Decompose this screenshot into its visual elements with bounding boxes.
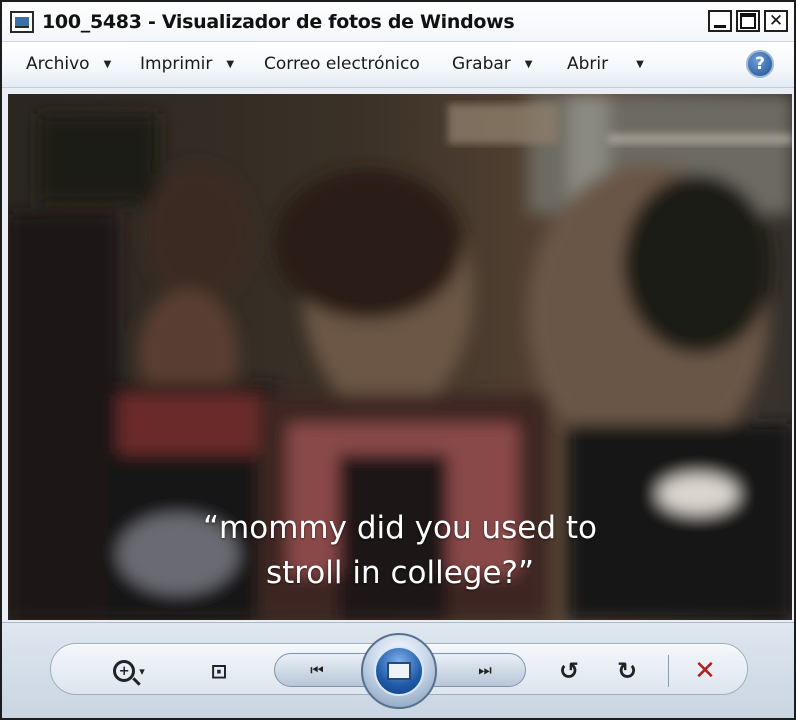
- fit-icon: ⊡: [210, 659, 228, 683]
- delete-button[interactable]: ✕: [690, 656, 720, 686]
- menu-grabar-label: Grabar: [452, 54, 511, 74]
- rotate-right-icon: ↻: [616, 657, 638, 685]
- menu-imprimir-label: Imprimir: [140, 54, 213, 74]
- delete-icon: ✕: [694, 656, 716, 686]
- slideshow-icon: [374, 646, 424, 696]
- photo-display[interactable]: “mommy did you used to stroll in college…: [8, 94, 792, 620]
- previous-icon: ⏮: [310, 661, 324, 679]
- caption-line-1: “mommy did you used to: [203, 510, 597, 546]
- menu-correo-label: Correo electrónico: [264, 54, 420, 74]
- zoom-button[interactable]: + ▾: [102, 657, 156, 685]
- menu-imprimir[interactable]: Imprimir ▼: [140, 54, 234, 74]
- menu-archivo-label: Archivo: [26, 54, 90, 74]
- chevron-down-icon: ▼: [524, 58, 533, 70]
- menu-abrir-label: Abrir: [567, 54, 609, 74]
- app-icon[interactable]: [10, 11, 34, 33]
- next-icon: ⏭: [478, 661, 492, 679]
- window-title: 100_5483 - Visualizador de fotos de Wind…: [42, 11, 515, 33]
- close-button[interactable]: ✕: [764, 10, 788, 32]
- control-bar: + ▾ ⊡ ⏮ ⏭ ↺ ↻ ✕: [2, 622, 794, 718]
- slideshow-button[interactable]: [361, 633, 437, 709]
- minimize-button[interactable]: [708, 10, 732, 32]
- menu-abrir[interactable]: Abrir ▼: [567, 54, 644, 74]
- menu-grabar[interactable]: Grabar ▼: [452, 54, 532, 74]
- chevron-down-icon: ▼: [226, 58, 235, 70]
- menu-correo[interactable]: Correo electrónico: [264, 54, 420, 74]
- maximize-button[interactable]: [736, 10, 760, 32]
- next-button[interactable]: ⏭: [460, 655, 510, 685]
- chevron-down-icon: ▼: [636, 58, 644, 70]
- caption-line-2: stroll in college?”: [265, 555, 535, 591]
- chevron-down-icon: ▼: [103, 58, 112, 70]
- window-controls: ✕: [708, 10, 788, 32]
- rotate-left-button[interactable]: ↺: [554, 657, 584, 685]
- menu-archivo[interactable]: Archivo ▼: [26, 54, 111, 74]
- title-bar[interactable]: 100_5483 - Visualizador de fotos de Wind…: [2, 2, 794, 42]
- rotate-right-button[interactable]: ↻: [612, 657, 642, 685]
- help-icon[interactable]: ?: [746, 50, 774, 78]
- toolbar-divider: [668, 655, 669, 687]
- chevron-down-icon: ▾: [139, 664, 145, 678]
- photo-viewer-window: 100_5483 - Visualizador de fotos de Wind…: [0, 0, 796, 720]
- rotate-left-icon: ↺: [558, 657, 580, 685]
- zoom-icon: +: [113, 660, 136, 682]
- photo-caption: “mommy did you used to stroll in college…: [8, 506, 792, 596]
- menu-bar: Archivo ▼ Imprimir ▼ Correo electrónico …: [2, 42, 794, 88]
- fit-to-window-button[interactable]: ⊡: [202, 657, 236, 685]
- previous-button[interactable]: ⏮: [292, 655, 342, 685]
